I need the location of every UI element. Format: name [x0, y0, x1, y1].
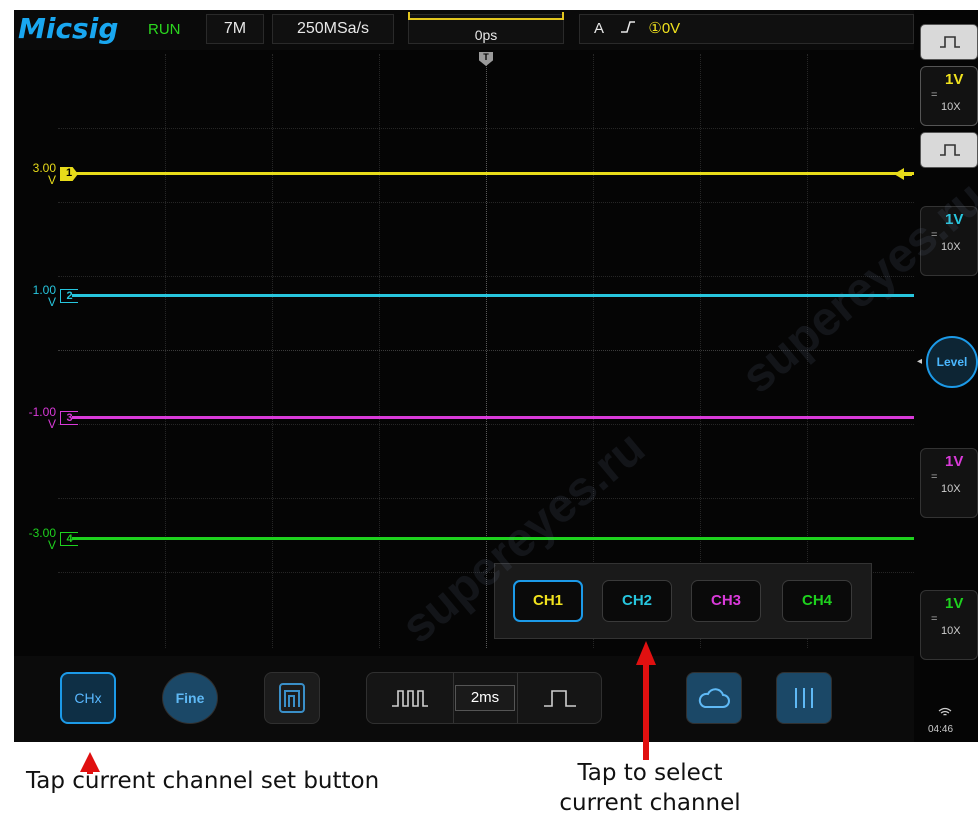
- right-annotation-caption: Tap to select current channel: [559, 760, 741, 816]
- clock: 04:46: [928, 724, 954, 735]
- trigger-level: 0V: [661, 20, 681, 37]
- ch4-select-button[interactable]: CH4: [782, 580, 852, 622]
- ch2-trace: [72, 294, 914, 297]
- timebase-value[interactable]: 2ms: [455, 685, 515, 711]
- brand-logo: Micsig: [18, 12, 119, 45]
- bottom-toolbar: CHx Fine 2ms: [14, 656, 914, 742]
- ch3-scale-card[interactable]: 1V = 10X: [920, 448, 978, 518]
- side-tab-top[interactable]: [920, 24, 978, 60]
- ch2-select-button[interactable]: CH2: [602, 580, 672, 622]
- trigger-source: ①: [648, 20, 662, 37]
- timebase-decrease-button[interactable]: [367, 673, 453, 723]
- wifi-icon: [938, 706, 952, 720]
- ch2-offset-label: 1.00 V: [32, 283, 56, 309]
- ch3-trace: [72, 416, 914, 419]
- menu-button[interactable]: [776, 672, 832, 724]
- ch1-scale-card[interactable]: 1V = 10X: [920, 66, 978, 126]
- current-channel-set-button[interactable]: CHx: [60, 672, 116, 724]
- trigger-mode: A: [594, 20, 604, 37]
- wide-pulse-icon: [544, 690, 576, 707]
- auto-set-icon: [279, 683, 305, 713]
- rising-edge-icon: [620, 21, 635, 33]
- channel-selector-popup: CH1 CH2 CH3 CH4: [494, 563, 872, 639]
- ch3-select-button[interactable]: CH3: [691, 580, 761, 622]
- ch3-offset-label: -1.00 V: [28, 405, 56, 431]
- right-annotation-arrow-shaft: [643, 664, 649, 760]
- compressed-pulse-icon: [392, 690, 428, 707]
- right-annotation-arrowhead: [636, 641, 656, 665]
- ch4-offset-label: -3.00 V: [28, 526, 56, 552]
- timebase-control: 2ms: [366, 672, 602, 724]
- ch1-select-button[interactable]: CH1: [513, 580, 583, 622]
- level-knob-button[interactable]: Level: [926, 336, 978, 388]
- run-status[interactable]: RUN: [148, 21, 181, 38]
- waveform-plot-area[interactable]: T: [58, 52, 914, 648]
- memory-depth[interactable]: 7M: [206, 14, 264, 44]
- ch4-trace: [72, 537, 914, 540]
- level-expand-icon: ◂: [917, 356, 923, 367]
- ch4-marker[interactable]: 4: [60, 532, 78, 546]
- cloud-icon: [698, 688, 730, 708]
- pulse-icon: [940, 36, 960, 48]
- sample-rate[interactable]: 250MSa/s: [272, 14, 394, 44]
- ch1-trace: [72, 172, 914, 175]
- trigger-position-marker[interactable]: T: [479, 52, 493, 66]
- ch4-scale-card[interactable]: 1V = 10X: [920, 590, 978, 660]
- trigger-settings[interactable]: A ①0V: [579, 14, 914, 44]
- cloud-button[interactable]: [686, 672, 742, 724]
- center-vertical-line: [486, 54, 487, 648]
- left-annotation-caption: Tap current channel set button: [26, 768, 380, 794]
- oscilloscope-screen: Micsig RUN 7M 250MSa/s 0ps A ①0V T 3.00 …: [14, 10, 978, 742]
- ch1-offset-label: 3.00 V: [32, 161, 56, 187]
- side-tab-middle[interactable]: [920, 132, 978, 168]
- ch2-scale-card[interactable]: 1V = 10X: [920, 206, 978, 276]
- ch2-marker[interactable]: 2: [60, 289, 78, 303]
- fine-adjust-button[interactable]: Fine: [162, 672, 218, 724]
- trigger-level-arrow-icon[interactable]: [894, 167, 912, 181]
- top-status-bar: Micsig RUN 7M 250MSa/s 0ps A ①0V: [14, 10, 914, 50]
- channel-side-panel: 1V = 10X 1V = 10X ◂ Level 1V = 10X 1V = …: [916, 20, 978, 742]
- pulse-icon: [940, 144, 960, 156]
- auto-set-button[interactable]: [264, 672, 320, 724]
- timebase-increase-button[interactable]: [517, 673, 603, 723]
- ch3-marker[interactable]: 3: [60, 411, 78, 425]
- delay-position-bar: [408, 12, 564, 20]
